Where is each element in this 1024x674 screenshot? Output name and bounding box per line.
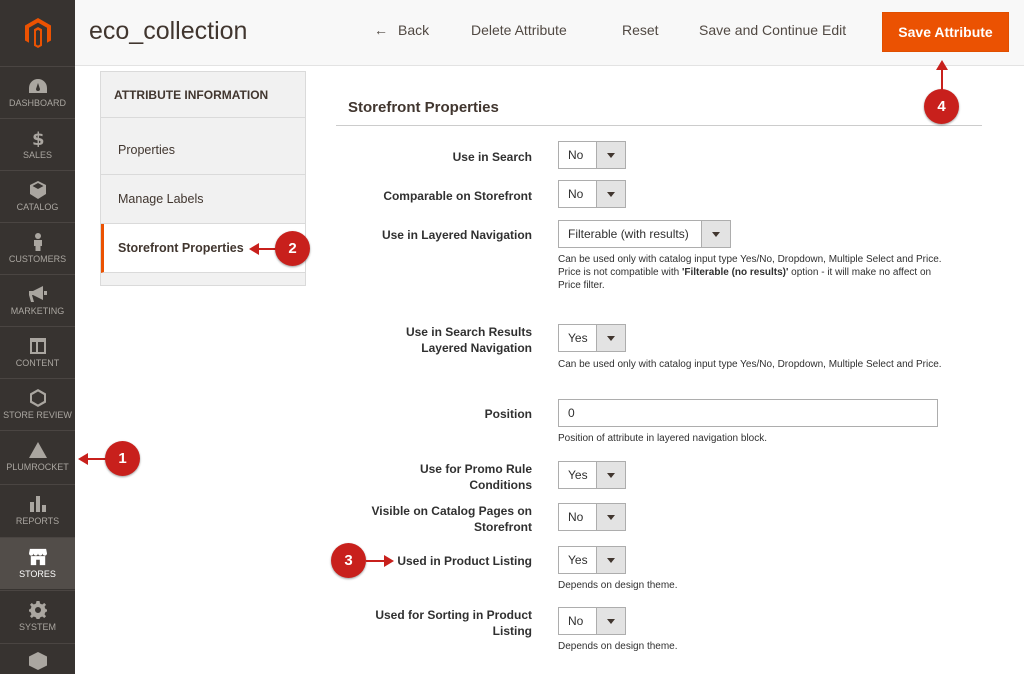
callout-1: 1 [105, 441, 140, 476]
nav-dashboard[interactable]: DASHBOARD [0, 66, 75, 118]
visible-catalog-label: Visible on Catalog Pages on Storefront [371, 504, 532, 534]
bar-chart-icon [29, 495, 47, 513]
nav-extensions[interactable] [0, 643, 75, 674]
arrow-left-icon: ← [374, 22, 388, 38]
product-listing-note: Depends on design theme. [558, 580, 678, 591]
sorting-note: Depends on design theme. [558, 641, 678, 652]
chevron-down-icon [596, 462, 625, 488]
pyramid-icon [28, 441, 47, 459]
use-in-search-select[interactable]: No [558, 141, 626, 169]
promo-label: Use for Promo Rule Conditions [419, 462, 532, 492]
tab-manage-labels[interactable]: Manage Labels [101, 175, 305, 224]
dashboard-icon [28, 77, 47, 95]
nav-marketing[interactable]: MARKETING [0, 274, 75, 326]
chevron-down-icon [596, 504, 625, 530]
page-title: eco_collection [89, 17, 248, 45]
section-divider [336, 125, 982, 126]
nav-reports[interactable]: REPORTS [0, 484, 75, 536]
search-layered-select[interactable]: Yes [558, 324, 626, 352]
tab-properties[interactable]: Properties [101, 126, 305, 175]
reset-button[interactable]: Reset [622, 22, 659, 38]
sorting-select[interactable]: No [558, 607, 626, 635]
nav-content[interactable]: CONTENT [0, 326, 75, 378]
chevron-down-icon [596, 142, 625, 168]
callout-3-arrow [366, 555, 394, 567]
dollar-icon: $ [29, 129, 47, 147]
use-in-search-label: Use in Search [452, 150, 532, 164]
callout-1-arrow [78, 453, 106, 465]
gear-icon [28, 601, 47, 619]
chevron-down-icon [596, 325, 625, 351]
nav-system[interactable]: SYSTEM [0, 590, 75, 642]
hexagon-icon [29, 389, 47, 407]
nav-store-review[interactable]: STORE REVIEW [0, 378, 75, 430]
nav-stores[interactable]: STORES [0, 537, 75, 589]
admin-sidebar: DASHBOARD $ SALES CATALOG CUSTOMERS MARK… [0, 0, 75, 674]
search-layered-label: Use in Search Results Layered Navigation [405, 325, 532, 355]
section-title: Storefront Properties [348, 99, 499, 116]
comparable-label: Comparable on Storefront [383, 189, 532, 203]
visible-catalog-select[interactable]: No [558, 503, 626, 531]
search-layered-note: Can be used only with catalog input type… [558, 359, 942, 370]
page-header: eco_collection ← Back Delete Attribute Re… [75, 0, 1024, 66]
person-icon [29, 233, 47, 251]
position-input[interactable]: 0 [558, 399, 938, 427]
position-note: Position of attribute in layered navigat… [558, 433, 768, 444]
layered-nav-note: Can be used only with catalog input type… [558, 254, 942, 291]
cube-icon [29, 181, 47, 199]
magento-logo-icon[interactable] [0, 0, 75, 66]
nav-customers[interactable]: CUSTOMERS [0, 222, 75, 274]
position-label: Position [484, 407, 532, 421]
callout-4: 4 [924, 89, 959, 124]
nav-catalog[interactable]: CATALOG [0, 170, 75, 222]
chevron-down-icon [596, 608, 625, 634]
promo-select[interactable]: Yes [558, 461, 626, 489]
sorting-label: Used for Sorting in Product Listing [375, 608, 532, 638]
layered-nav-label: Use in Layered Navigation [381, 228, 532, 242]
svg-text:$: $ [32, 129, 44, 147]
layout-icon [29, 337, 47, 355]
nav-plumrocket[interactable]: PLUMROCKET [0, 430, 75, 482]
layered-nav-select[interactable]: Filterable (with results) [558, 220, 731, 248]
callout-4-arrow [936, 60, 948, 90]
delete-attribute-button[interactable]: Delete Attribute [471, 22, 567, 38]
nav-sales[interactable]: $ SALES [0, 118, 75, 170]
callout-2: 2 [275, 231, 310, 266]
save-attribute-button[interactable]: Save Attribute [882, 12, 1009, 52]
chevron-down-icon [596, 181, 625, 207]
comparable-select[interactable]: No [558, 180, 626, 208]
storefront-icon [28, 548, 47, 566]
callout-3: 3 [331, 543, 366, 578]
save-and-continue-button[interactable]: Save and Continue Edit [699, 22, 846, 38]
cube-stack-icon [28, 652, 47, 670]
tabs-title: ATTRIBUTE INFORMATION [101, 72, 305, 118]
megaphone-icon [28, 285, 47, 303]
back-button[interactable]: ← Back [374, 22, 429, 38]
chevron-down-icon [701, 221, 730, 247]
product-listing-select[interactable]: Yes [558, 546, 626, 574]
chevron-down-icon [596, 547, 625, 573]
